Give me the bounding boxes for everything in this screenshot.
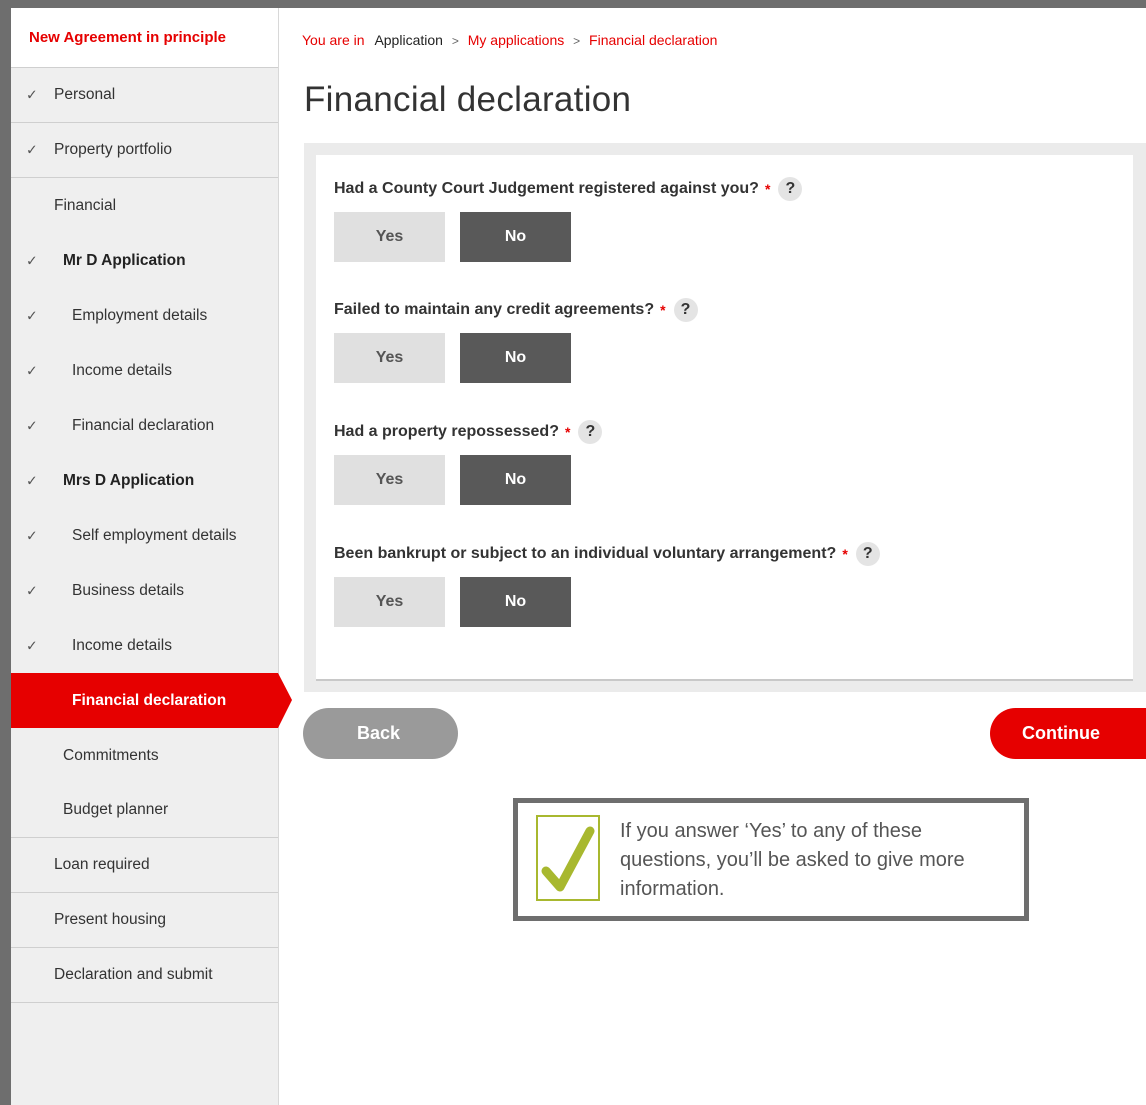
no-button[interactable]: No [460,212,571,262]
checkmark-icon [536,815,600,901]
back-button[interactable]: Back [303,708,458,759]
question-label: Had a County Court Judgement registered … [334,177,803,201]
sidebar-item-label: Declaration and submit [54,966,213,983]
question-label: Failed to maintain any credit agreements… [334,298,698,322]
breadcrumb-application: Application [374,32,443,48]
question-credit-agreements: Failed to maintain any credit agreements… [334,298,698,383]
check-icon: ✓ [26,417,38,433]
sidebar-item-self-employment-details[interactable]: ✓ Self employment details [11,508,278,563]
sidebar-item-label: Financial declaration [72,691,227,709]
continue-button[interactable]: Continue [990,708,1146,759]
sidebar-item-label: Financial declaration [72,416,215,434]
yes-no-toggle: Yes No [334,455,571,505]
question-label: Been bankrupt or subject to an individua… [334,542,880,566]
declaration-panel: Had a County Court Judgement registered … [304,143,1146,692]
required-marker: * [564,424,571,440]
page-title: Financial declaration [304,80,632,119]
sidebar-item-financial-declaration-active[interactable]: Financial declaration [11,673,292,728]
sidebar-item-label: Present housing [54,911,167,928]
sidebar-item-loan-required[interactable]: Loan required [11,838,278,893]
help-icon[interactable]: ? [855,542,880,566]
sidebar-item-label: Business details [72,581,185,599]
no-button[interactable]: No [460,455,571,505]
sidebar-item-label: Loan required [54,856,150,873]
check-icon: ✓ [26,362,38,378]
check-icon: ✓ [26,307,38,323]
breadcrumb-my-applications[interactable]: My applications [468,32,565,48]
sidebar-item-present-housing[interactable]: Present housing [11,893,278,948]
yes-no-toggle: Yes No [334,577,571,627]
sidebar-item-financial[interactable]: Financial [11,178,278,233]
sidebar-item-label: Property portfolio [54,141,173,158]
sidebar-item-label: Personal [54,86,116,103]
sidebar-item-label: Income details [72,636,172,654]
active-arrow-icon [278,673,292,728]
question-text: Been bankrupt or subject to an individua… [334,545,837,562]
sidebar-item-label: Mrs D Application [63,471,195,489]
check-icon: ✓ [26,527,38,543]
sidebar-item-property-portfolio[interactable]: ✓ Property portfolio [11,123,278,178]
help-icon[interactable]: ? [778,177,803,201]
breadcrumb-separator: > [573,34,581,48]
sidebar-item-label: Self employment details [72,526,237,544]
sidebar-item-business-details[interactable]: ✓ Business details [11,563,278,618]
window-frame-left [0,0,11,1105]
sidebar-title: New Agreement in principle [11,8,278,68]
breadcrumb-separator: > [451,34,459,48]
sidebar-item-label: Commitments [63,746,159,764]
question-text: Had a County Court Judgement registered … [334,180,759,197]
sidebar-item-mr-d-application[interactable]: ✓ Mr D Application [11,233,278,288]
info-callout: If you answer ‘Yes’ to any of these ques… [513,798,1029,921]
sidebar-item-budget-planner[interactable]: Budget planner [11,783,278,838]
yes-button[interactable]: Yes [334,577,445,627]
required-marker: * [842,546,848,562]
question-text: Had a property repossessed? [334,423,559,440]
check-icon: ✓ [26,472,38,488]
sidebar-item-label: Income details [72,361,172,379]
sidebar-item-label: Budget planner [63,801,169,818]
no-button[interactable]: No [460,333,571,383]
check-icon: ✓ [26,141,38,158]
yes-button[interactable]: Yes [334,212,445,262]
sidebar-item-commitments[interactable]: Commitments [11,728,278,783]
breadcrumb-prefix: You are in [302,32,365,48]
yes-button[interactable]: Yes [334,333,445,383]
sidebar-item-label: Mr D Application [63,251,186,269]
sidebar-item-employment-details[interactable]: ✓ Employment details [11,288,278,343]
window-frame-top [0,0,1146,8]
sidebar-item-label: Employment details [72,306,208,324]
breadcrumb-financial-declaration[interactable]: Financial declaration [589,32,717,48]
yes-button[interactable]: Yes [334,455,445,505]
yes-no-toggle: Yes No [334,333,571,383]
question-text: Failed to maintain any credit agreements… [334,301,655,318]
sidebar-item-financial-declaration[interactable]: ✓ Financial declaration [11,398,278,453]
declaration-form: Had a County Court Judgement registered … [316,155,1133,681]
help-icon[interactable]: ? [578,420,603,444]
breadcrumb: You are in Application > My applications… [302,32,717,48]
sidebar-item-mrs-d-application[interactable]: ✓ Mrs D Application [11,453,278,508]
question-bankrupt: Been bankrupt or subject to an individua… [334,542,880,627]
callout-text: If you answer ‘Yes’ to any of these ques… [620,820,965,900]
sidebar-item-income-details[interactable]: ✓ Income details [11,343,278,398]
sidebar: New Agreement in principle ✓ Personal ✓ … [11,8,292,1105]
check-icon: ✓ [26,252,38,268]
check-icon: ✓ [26,637,38,653]
sidebar-item-label: Financial [54,196,117,214]
help-icon[interactable]: ? [673,298,698,322]
sidebar-item-personal[interactable]: ✓ Personal [11,68,278,123]
question-ccj: Had a County Court Judgement registered … [334,177,803,262]
question-label: Had a property repossessed? * ? [334,420,603,444]
check-icon: ✓ [26,86,38,103]
required-marker: * [764,181,771,197]
sidebar-item-income-details-2[interactable]: ✓ Income details [11,618,278,673]
check-icon: ✓ [26,582,38,598]
question-repossessed: Had a property repossessed? * ? Yes No [334,420,603,505]
sidebar-item-declaration-and-submit[interactable]: Declaration and submit [11,948,278,1003]
yes-no-toggle: Yes No [334,212,571,262]
no-button[interactable]: No [460,577,571,627]
required-marker: * [660,302,666,318]
